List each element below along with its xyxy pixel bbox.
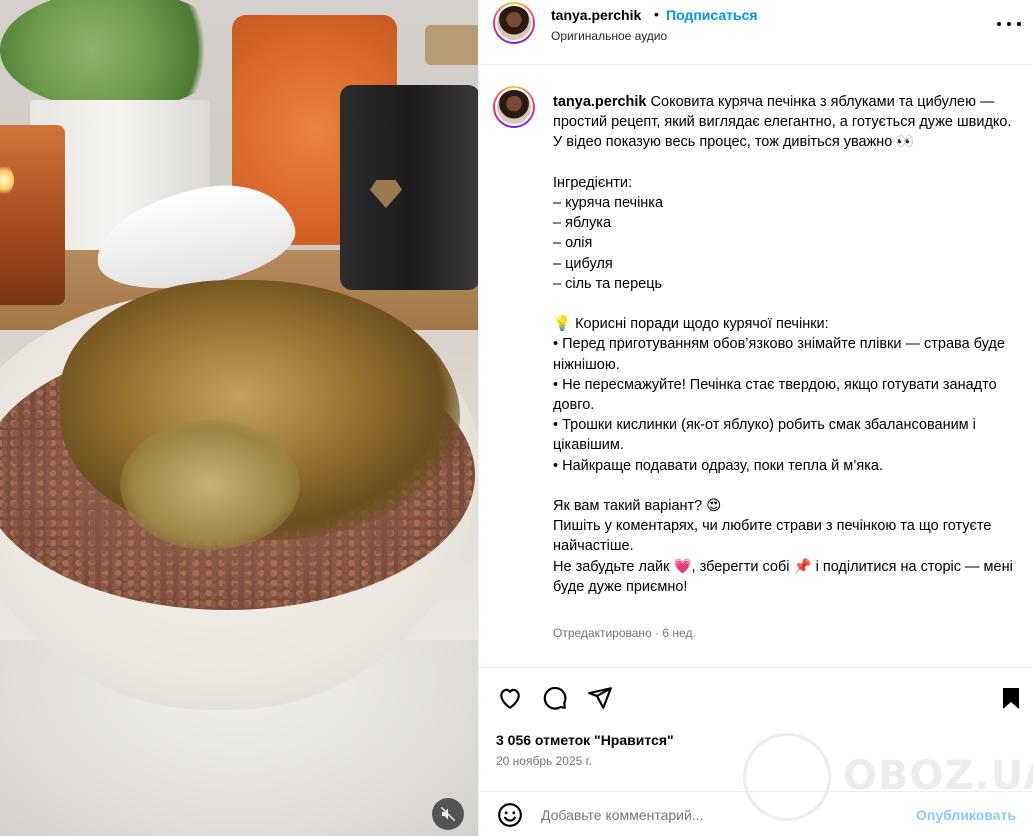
jar-lid-image — [425, 25, 478, 65]
share-button[interactable] — [586, 684, 614, 712]
muted-speaker-icon — [440, 806, 456, 822]
post-panel: tanya.perchik • Подписаться Оригинальное… — [478, 0, 1033, 836]
comment-input[interactable] — [541, 807, 881, 823]
actions-section: 3 056 отметок "Нравится" 20 ноябрь 2025 … — [479, 667, 1033, 836]
caption-text: tanya.perchik Соковита куряча печінка з … — [553, 92, 1023, 597]
post-video[interactable] — [0, 0, 478, 836]
candle-image — [0, 125, 65, 305]
diamond-logo — [370, 180, 402, 208]
black-jar-image — [340, 85, 478, 290]
save-button[interactable] — [997, 684, 1025, 712]
audio-label[interactable]: Оригинальное аудио — [551, 29, 667, 43]
caption-section: tanya.perchik Соковита куряча печінка з … — [479, 66, 1033, 666]
avatar[interactable] — [493, 2, 535, 44]
likes-count[interactable]: 3 056 отметок "Нравится" — [496, 732, 674, 748]
mute-button[interactable] — [432, 798, 464, 830]
publish-button[interactable]: Опубликовать — [916, 807, 1016, 823]
edited-timestamp[interactable]: Отредактировано · 6 нед. — [553, 626, 696, 640]
emoji-icon — [498, 803, 522, 827]
comment-button[interactable] — [541, 684, 569, 712]
apple-slices — [120, 420, 300, 550]
heart-icon — [500, 688, 520, 709]
caption-body: Соковита куряча печінка з яблуками та ци… — [553, 94, 1013, 595]
caption-avatar[interactable] — [493, 86, 535, 128]
bookmark-icon — [1003, 688, 1019, 709]
username-link[interactable]: tanya.perchik — [551, 7, 641, 23]
comment-bar: Опубликовать — [479, 791, 1033, 836]
post-header: tanya.perchik • Подписаться Оригинальное… — [479, 0, 1033, 65]
separator-dot: • — [654, 6, 659, 22]
send-icon — [588, 687, 612, 709]
more-options-button[interactable] — [997, 12, 1021, 36]
like-button[interactable] — [496, 684, 524, 712]
post-date[interactable]: 20 ноябрь 2025 г. — [496, 754, 592, 768]
caption-username[interactable]: tanya.perchik — [553, 94, 647, 110]
follow-button[interactable]: Подписаться — [666, 7, 758, 23]
comment-icon — [543, 686, 567, 710]
more-dots-icon — [997, 22, 1001, 26]
emoji-button[interactable] — [496, 801, 524, 829]
